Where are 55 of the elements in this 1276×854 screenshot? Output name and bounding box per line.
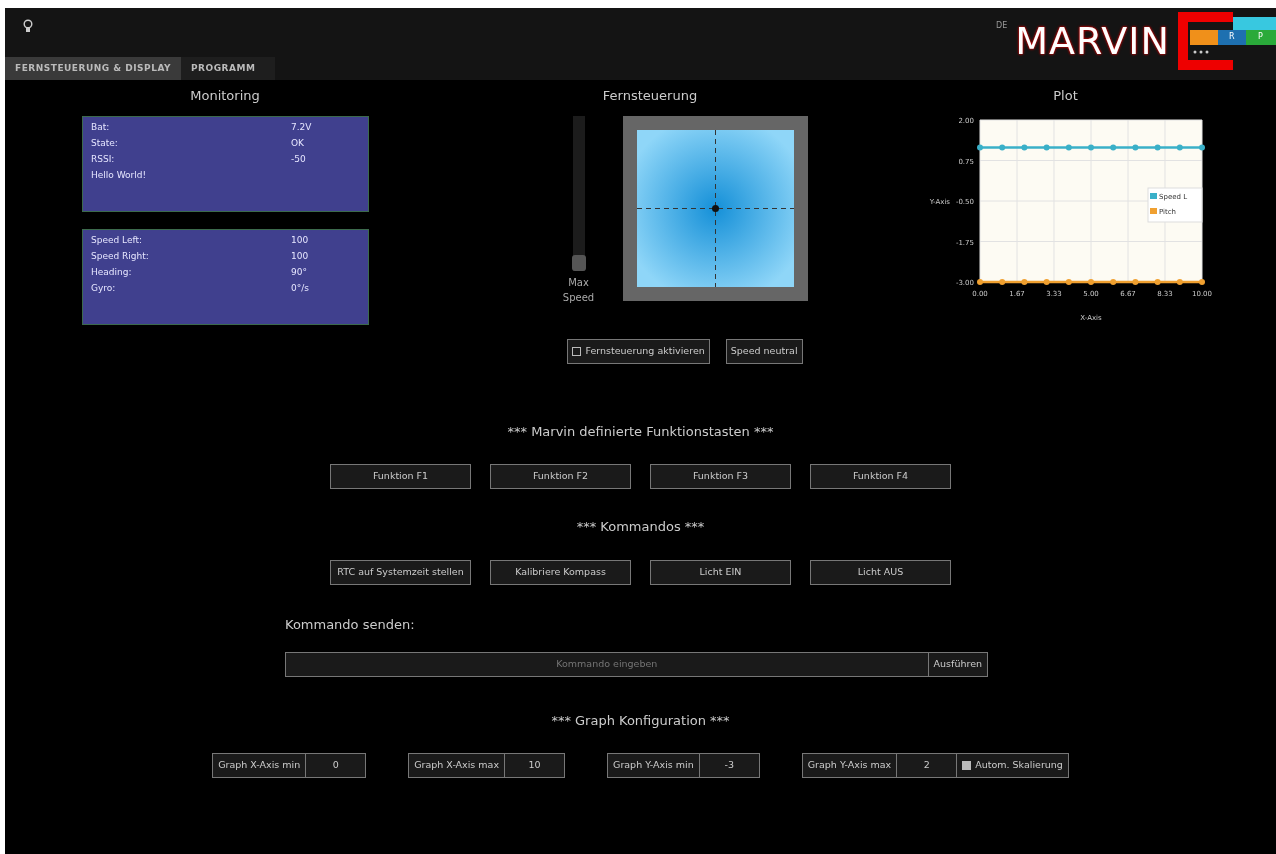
monitor-value: -50 <box>291 152 306 166</box>
function-button[interactable]: Licht EIN <box>650 559 791 585</box>
language-dropdown[interactable]: DE <box>996 20 1008 32</box>
monitor-value: 100 <box>291 249 309 263</box>
monitor-value: OK <box>291 136 304 150</box>
number-input[interactable]: 0 <box>305 753 366 777</box>
tab[interactable]: PROGRAMM <box>181 56 266 80</box>
slider-thumb[interactable] <box>571 254 586 271</box>
neutral-button[interactable]: Speed neutral <box>725 338 803 364</box>
logo-text: MARVIN <box>1015 17 1170 65</box>
tab[interactable]: FERNSTEUERUNG & DISPLAY <box>5 56 181 80</box>
logo-drawing: R P <box>1178 12 1276 70</box>
function-button[interactable]: Funktion F4 <box>810 464 951 489</box>
section-heading: *** Marvin definierte Funktionstasten *** <box>506 422 775 441</box>
section-heading: *** Kommandos *** <box>575 518 706 536</box>
section-heading: *** Graph Konfiguration *** <box>550 712 731 730</box>
monitor-label: Speed Left: <box>91 233 144 247</box>
monitor-label: State: <box>91 136 119 150</box>
monitor-label: RSSI: <box>91 152 116 166</box>
joystick-pad[interactable] <box>622 115 808 301</box>
auto-scale-checkbox[interactable]: Autom. Skalierung <box>956 753 1068 777</box>
number-input[interactable]: 2 <box>896 753 957 777</box>
input-label: Graph Y-Axis min <box>608 753 699 777</box>
monitor-label: Gyro: <box>91 281 117 295</box>
monitor-value: 100 <box>291 233 309 247</box>
execute-button[interactable]: Ausführen <box>928 653 987 676</box>
function-button[interactable]: RTC auf Systemzeit stellen <box>330 559 471 585</box>
section-title: Monitoring <box>189 87 261 105</box>
section-title: Plot <box>1052 87 1079 105</box>
activate-checkbox[interactable]: Fernsteuerung aktivieren <box>567 338 710 364</box>
lightbulb-icon[interactable] <box>23 18 33 32</box>
function-button[interactable]: Kalibriere Kompass <box>490 559 631 585</box>
legend-swatch <box>1150 192 1157 199</box>
monitor-label: Bat: <box>91 120 111 134</box>
slider-track[interactable] <box>572 115 585 271</box>
input-label: Graph X-Axis min <box>213 753 306 777</box>
legend-swatch <box>1150 207 1157 214</box>
monitor-value: 90° <box>291 265 307 279</box>
monitor-value: 0°/s <box>291 281 309 295</box>
function-button[interactable]: Funktion F2 <box>490 464 631 489</box>
input-label: Graph Y-Axis max <box>802 753 897 777</box>
slider-label: Max Speed <box>561 275 596 305</box>
monitor-label: Heading: <box>91 265 133 279</box>
number-input[interactable]: -3 <box>698 753 759 777</box>
monitor-label: Speed Right: <box>91 249 150 263</box>
number-input[interactable]: 10 <box>504 753 565 777</box>
function-button[interactable]: Funktion F1 <box>330 464 471 489</box>
monitor-value: 7.2V <box>291 120 312 134</box>
function-button[interactable]: Funktion F3 <box>650 464 791 489</box>
monitor-label: Hello World! <box>91 168 148 182</box>
section-title: Fernsteuerung <box>601 87 699 105</box>
field-label: Kommando senden: <box>285 615 416 634</box>
function-button[interactable]: Licht AUS <box>810 559 951 585</box>
input-label: Graph X-Axis max <box>409 753 505 777</box>
command-input[interactable]: Kommando eingeben <box>286 653 929 676</box>
